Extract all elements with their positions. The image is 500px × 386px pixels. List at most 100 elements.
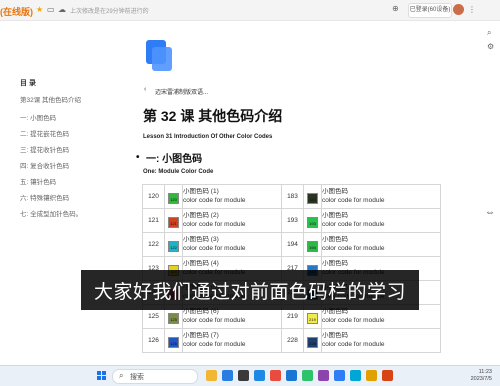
recorder-app-icon[interactable] <box>318 370 329 381</box>
clock-date: 2023/7/5 <box>470 376 492 382</box>
notes-app-icon[interactable] <box>286 370 297 381</box>
app-name: (在线版) <box>0 7 33 17</box>
color-swatch: 183 <box>307 192 318 204</box>
mouse-cursor-icon: ⇔ <box>485 207 495 218</box>
color-swatch: 122 <box>168 240 179 252</box>
doc-app-icon[interactable] <box>334 370 345 381</box>
swatch-cell: 121 <box>164 208 183 233</box>
color-swatch: 125 <box>168 312 179 324</box>
document-icon <box>146 40 174 72</box>
color-swatch: 193 <box>307 216 318 228</box>
swatch-cell: 194 <box>303 232 322 257</box>
store-app-icon[interactable] <box>238 370 249 381</box>
color-swatch: 121 <box>168 216 179 228</box>
browser-app-icon[interactable] <box>222 370 233 381</box>
save-status: 上次修改是在29分钟前进行的 <box>70 9 149 15</box>
color-number: 120 <box>142 184 165 209</box>
mail-app-icon[interactable] <box>254 370 265 381</box>
description-en: color code for module <box>322 220 385 228</box>
color-swatch: 126 <box>168 336 179 348</box>
table-row: 120 120 小图色码 (1) color code for module 183 18… <box>142 184 441 209</box>
color-number: 122 <box>142 232 165 257</box>
description-en: color code for module <box>183 244 246 252</box>
outline-title: 目 录 <box>20 80 36 87</box>
color-number: 228 <box>281 328 304 353</box>
breadcrumb[interactable]: 迈宋雷浦制版双语... <box>155 87 208 96</box>
media-app-icon[interactable] <box>270 370 281 381</box>
color-swatch: 194 <box>307 240 318 252</box>
description-cn: 小图色码 (1) <box>183 188 219 195</box>
outline-item[interactable]: 三: 提花收针色码 <box>20 144 69 154</box>
windows-start-icon[interactable] <box>97 371 107 381</box>
description-cn: 小图色码 <box>322 188 348 195</box>
color-swatch: 219 <box>307 312 318 324</box>
color-number: 194 <box>281 232 304 257</box>
color-number: 126 <box>142 328 165 353</box>
description-en: color code for module <box>183 316 246 324</box>
taskbar: ⌕ 搜索 11:23 2023/7/5 <box>0 365 500 386</box>
system-clock[interactable]: 11:23 2023/7/5 <box>471 369 492 383</box>
avatar[interactable] <box>453 4 464 15</box>
table-row: 126 126 小图色码 (7) color code for module 228 22… <box>142 328 441 353</box>
editor-app-icon[interactable] <box>382 370 393 381</box>
swatch-cell: 183 <box>303 184 322 209</box>
files-app-icon[interactable] <box>206 370 217 381</box>
taskbar-search[interactable]: ⌕ 搜索 <box>112 369 198 384</box>
zoom-icon[interactable]: ⌕ <box>487 28 491 38</box>
more-icon[interactable]: ⋮ <box>468 5 476 15</box>
color-description: 小图色码 (2) color code for module <box>182 208 282 233</box>
description-cn: 小图色码 (3) <box>183 236 219 243</box>
color-description: 小图色码 (3) color code for module <box>182 232 282 257</box>
swatch-cell: 120 <box>164 184 183 209</box>
search-icon: ⌕ <box>119 371 124 380</box>
color-description: 小图色码color code for module <box>321 184 441 209</box>
color-description: 小图色码color code for module <box>321 208 441 233</box>
login-status-button[interactable]: 已登录(60设备) <box>408 3 452 18</box>
description-cn: 小图色码 <box>322 236 348 243</box>
settings-icon[interactable]: ⚙ <box>487 42 494 52</box>
description-en: color code for module <box>183 340 246 348</box>
color-description: 小图色码 (1) color code for module <box>182 184 282 209</box>
outline-item[interactable]: 四: 复合收针色码 <box>20 160 69 170</box>
clock-time: 11:23 <box>478 369 492 375</box>
color-number: 193 <box>281 208 304 233</box>
outline-item[interactable]: 一: 小图色码 <box>20 112 56 122</box>
history-icon[interactable]: ⊕ <box>392 4 399 14</box>
chrome-app-icon[interactable] <box>366 370 377 381</box>
swatch-cell: 126 <box>164 328 183 353</box>
description-cn: 小图色码 (4) <box>183 260 219 267</box>
swatch-cell: 228 <box>303 328 322 353</box>
swatch-cell: 193 <box>303 208 322 233</box>
page-title: 第 32 课 其他色码介绍 <box>143 108 283 124</box>
color-description: 小图色码 (7) color code for module <box>182 328 282 353</box>
description-en: color code for module <box>322 244 385 252</box>
chat-app-icon[interactable] <box>302 370 313 381</box>
color-description: 小图色码color code for module <box>321 232 441 257</box>
color-number: 183 <box>281 184 304 209</box>
color-code-table: 120 120 小图色码 (1) color code for module 183 18… <box>142 184 441 353</box>
folder-icon[interactable]: ▭ <box>47 5 55 15</box>
section-subtitle: One: Module Color Code <box>143 169 214 175</box>
description-cn: 小图色码 <box>322 260 348 267</box>
outline-item[interactable]: 二: 提花嵌花色码 <box>20 128 69 138</box>
video-subtitle-text: 大家好我们通过对前面色码栏的学习 <box>93 282 406 303</box>
page-subtitle: Lesson 31 Introduction Of Other Color Co… <box>143 134 273 140</box>
back-arrow-icon[interactable]: ‹ <box>144 86 146 93</box>
outline-item[interactable]: 第32课 其他色码介绍 <box>20 94 81 104</box>
search-label: 搜索 <box>130 374 144 381</box>
table-row: 121 121 小图色码 (2) color code for module 193 19… <box>142 208 441 233</box>
section-title: 一: 小图色码 <box>146 154 203 165</box>
description-cn: 小图色码 (2) <box>183 212 219 219</box>
camera-app-icon[interactable] <box>350 370 361 381</box>
description-cn: 小图色码 <box>322 212 348 219</box>
description-cn: 小图色码 (7) <box>183 332 219 339</box>
description-en: color code for module <box>183 220 246 228</box>
color-swatch: 120 <box>168 192 179 204</box>
outline-item[interactable]: 五: 镶针色码 <box>20 176 56 186</box>
bullet-icon: • <box>136 152 140 163</box>
outline-item[interactable]: 七: 全成型加针色码。 <box>20 208 82 218</box>
star-icon[interactable]: ★ <box>36 5 43 15</box>
outline-item[interactable]: 六: 特殊镶织色码 <box>20 192 69 202</box>
description-en: color code for module <box>322 316 385 324</box>
description-en: color code for module <box>322 196 385 204</box>
